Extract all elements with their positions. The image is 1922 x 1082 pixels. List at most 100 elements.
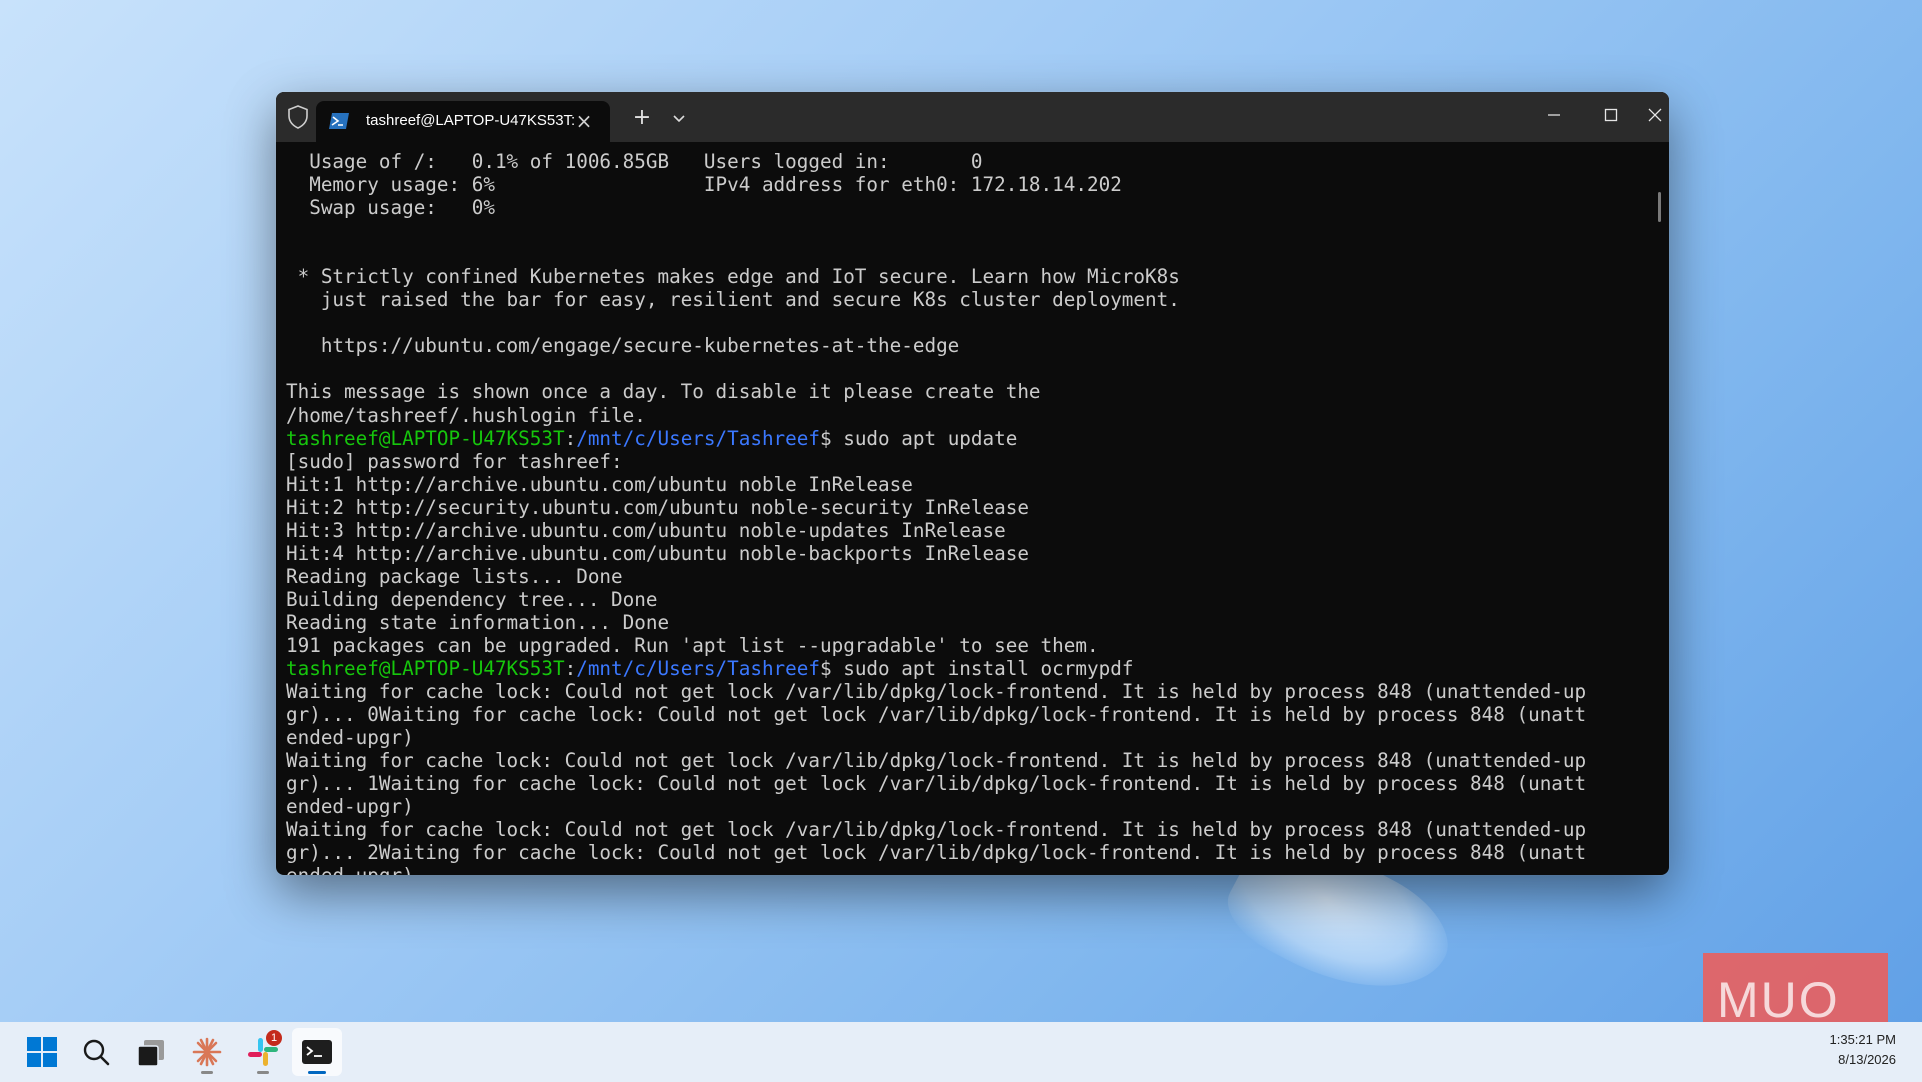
running-indicator: [201, 1071, 213, 1074]
terminal-text: :: [564, 657, 577, 681]
terminal-text: Hit:2 http://security.ubuntu.com/ubuntu …: [286, 495, 1029, 519]
search-button[interactable]: [72, 1028, 122, 1076]
terminal-line: Swap usage: 0%: [286, 196, 1646, 219]
terminal-line: gr)... 1Waiting for cache lock: Could no…: [286, 772, 1646, 795]
terminal-window: tashreef@LAPTOP-U47KS53T: × + Usage of /…: [276, 92, 1669, 875]
close-tab-icon[interactable]: ×: [572, 109, 596, 133]
maximize-button[interactable]: [1583, 92, 1639, 138]
notification-badge: 1: [266, 1030, 282, 1046]
terminal-text: :: [564, 426, 577, 450]
running-indicator: [257, 1071, 269, 1074]
title-bar[interactable]: tashreef@LAPTOP-U47KS53T: × +: [276, 92, 1669, 142]
terminal-text: Waiting for cache lock: Could not get lo…: [286, 749, 1587, 773]
terminal-text: 191 packages can be upgraded. Run 'apt l…: [286, 633, 1099, 657]
terminal-text: Memory usage: 6% IPv4 address for eth0: …: [286, 173, 1122, 197]
terminal-text: just raised the bar for easy, resilient …: [286, 288, 1180, 312]
terminal-line: https://ubuntu.com/engage/secure-kuberne…: [286, 334, 1646, 357]
terminal-icon: [302, 1040, 332, 1064]
terminal-text: ended-upgr): [286, 864, 414, 875]
terminal-output[interactable]: Usage of /: 0.1% of 1006.85GB Users logg…: [286, 150, 1646, 875]
terminal-text: Hit:4 http://archive.ubuntu.com/ubuntu n…: [286, 541, 1029, 565]
terminal-line: Memory usage: 6% IPv4 address for eth0: …: [286, 173, 1646, 196]
terminal-line: just raised the bar for easy, resilient …: [286, 288, 1646, 311]
terminal-text: Hit:3 http://archive.ubuntu.com/ubuntu n…: [286, 518, 1006, 542]
task-view-icon: [137, 1040, 164, 1067]
terminal-line: Hit:2 http://security.ubuntu.com/ubuntu …: [286, 496, 1646, 519]
terminal-line: Hit:4 http://archive.ubuntu.com/ubuntu n…: [286, 542, 1646, 565]
start-button[interactable]: [17, 1028, 67, 1076]
maximize-icon: [1604, 108, 1618, 122]
terminal-text: Reading state information... Done: [286, 610, 670, 634]
terminal-line: 191 packages can be upgraded. Run 'apt l…: [286, 634, 1646, 657]
terminal-line: Waiting for cache lock: Could not get lo…: [286, 749, 1646, 772]
terminal-line: Waiting for cache lock: Could not get lo…: [286, 818, 1646, 841]
claude-app-button[interactable]: [182, 1028, 232, 1076]
system-clock[interactable]: 1:35:21 PM 8/13/2026: [1756, 1030, 1897, 1070]
terminal-line: gr)... 0Waiting for cache lock: Could no…: [286, 703, 1646, 726]
terminal-line: gr)... 2Waiting for cache lock: Could no…: [286, 841, 1646, 864]
terminal-text: gr)... 2Waiting for cache lock: Could no…: [286, 841, 1587, 865]
terminal-app-button[interactable]: [292, 1028, 342, 1076]
terminal-text: ended-upgr): [286, 795, 414, 819]
terminal-text: Building dependency tree... Done: [286, 587, 658, 611]
watermark-text: MUO: [1717, 972, 1840, 1028]
terminal-text: https://ubuntu.com/engage/secure-kuberne…: [286, 334, 960, 358]
terminal-text: gr)... 1Waiting for cache lock: Could no…: [286, 772, 1587, 796]
shield-icon[interactable]: [286, 104, 310, 130]
terminal-text: Usage of /: 0.1% of 1006.85GB Users logg…: [286, 150, 983, 173]
chevron-down-icon[interactable]: [666, 104, 692, 132]
tab-terminal[interactable]: tashreef@LAPTOP-U47KS53T: ×: [316, 101, 610, 142]
terminal-text: Waiting for cache lock: Could not get lo…: [286, 680, 1587, 704]
terminal-text: * Strictly confined Kubernetes makes edg…: [286, 265, 1180, 289]
terminal-line: ended-upgr): [286, 864, 1646, 875]
terminal-line: tashreef@LAPTOP-U47KS53T:/mnt/c/Users/Ta…: [286, 657, 1646, 680]
terminal-text: [sudo] password for tashreef:: [286, 449, 623, 473]
terminal-line: Reading package lists... Done: [286, 565, 1646, 588]
prompt-user: tashreef@LAPTOP-U47KS53T: [286, 657, 565, 681]
terminal-text: gr)... 0Waiting for cache lock: Could no…: [286, 703, 1587, 727]
terminal-text: $ sudo apt install ocrmypdf: [820, 657, 1134, 681]
close-icon: [1648, 108, 1661, 122]
prompt-path: /mnt/c/Users/Tashreef: [576, 426, 820, 450]
active-indicator: [308, 1071, 326, 1074]
terminal-text: This message is shown once a day. To dis…: [286, 380, 1041, 404]
terminal-line: Hit:1 http://archive.ubuntu.com/ubuntu n…: [286, 473, 1646, 496]
terminal-line: ended-upgr): [286, 795, 1646, 818]
slack-app-button[interactable]: 1: [238, 1028, 288, 1076]
terminal-text: $ sudo apt update: [820, 426, 1018, 450]
task-view-button[interactable]: [126, 1028, 176, 1076]
terminal-line: Reading state information... Done: [286, 611, 1646, 634]
taskbar: 1: [0, 1022, 1922, 1082]
terminal-text: Reading package lists... Done: [286, 564, 623, 588]
terminal-text: Waiting for cache lock: Could not get lo…: [286, 818, 1587, 842]
terminal-line: /home/tashreef/.hushlogin file.: [286, 404, 1646, 427]
scrollbar[interactable]: [1658, 192, 1661, 222]
terminal-text: Swap usage: 0%: [286, 196, 495, 220]
new-tab-button[interactable]: +: [628, 104, 656, 132]
terminal-line: tashreef@LAPTOP-U47KS53T:/mnt/c/Users/Ta…: [286, 427, 1646, 450]
terminal-line: [sudo] password for tashreef:: [286, 450, 1646, 473]
minimize-button[interactable]: [1526, 92, 1582, 138]
prompt-path: /mnt/c/Users/Tashreef: [576, 657, 820, 681]
close-window-button[interactable]: [1640, 92, 1669, 138]
terminal-line: * Strictly confined Kubernetes makes edg…: [286, 265, 1646, 288]
powershell-icon: [329, 113, 349, 129]
terminal-line: Usage of /: 0.1% of 1006.85GB Users logg…: [286, 150, 1646, 173]
windows-icon: [27, 1037, 57, 1067]
terminal-text: ended-upgr): [286, 726, 414, 750]
terminal-text: Hit:1 http://archive.ubuntu.com/ubuntu n…: [286, 472, 913, 496]
terminal-text: /home/tashreef/.hushlogin file.: [286, 403, 646, 427]
tab-title: tashreef@LAPTOP-U47KS53T:: [366, 112, 576, 129]
terminal-line: ended-upgr): [286, 726, 1646, 749]
terminal-line: This message is shown once a day. To dis…: [286, 380, 1646, 403]
terminal-line: Waiting for cache lock: Could not get lo…: [286, 680, 1646, 703]
search-icon: [83, 1039, 110, 1066]
clock-time: 1:35:21 PM: [1829, 1032, 1897, 1047]
minimize-icon: [1548, 114, 1560, 116]
claude-icon: [192, 1037, 222, 1067]
prompt-user: tashreef@LAPTOP-U47KS53T: [286, 426, 565, 450]
